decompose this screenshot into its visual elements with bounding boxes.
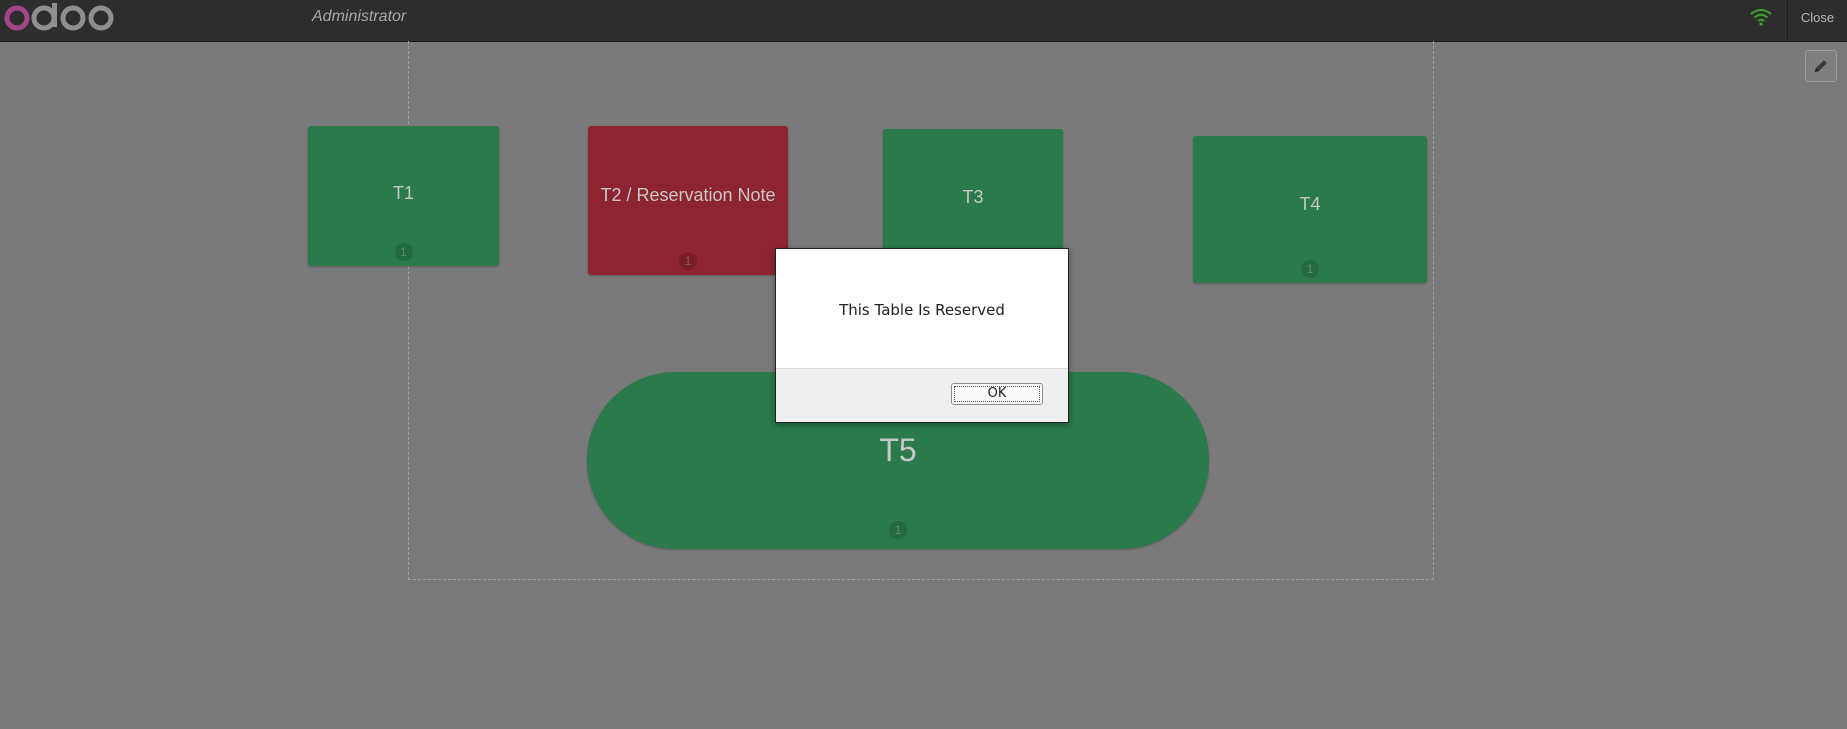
user-name: Administrator bbox=[312, 8, 407, 25]
table-t2[interactable]: T2 / Reservation Note 1 bbox=[588, 126, 788, 275]
seat-count-badge: 1 bbox=[679, 252, 697, 270]
close-button[interactable]: Close bbox=[1788, 0, 1847, 41]
table-t4[interactable]: T4 1 bbox=[1193, 136, 1427, 283]
table-name: T2 / Reservation Note bbox=[600, 185, 776, 205]
dialog-message: This Table Is Reserved bbox=[839, 301, 1005, 319]
top-bar: Administrator Close bbox=[0, 0, 1847, 42]
seat-count-badge: 1 bbox=[1301, 260, 1319, 278]
table-name: T4 bbox=[1299, 194, 1321, 214]
reserved-dialog: This Table Is Reserved OK bbox=[775, 248, 1069, 423]
seat-count-badge: 1 bbox=[394, 243, 413, 261]
wifi-icon bbox=[1750, 8, 1772, 26]
odoo-logo bbox=[4, 3, 114, 31]
table-name: T3 bbox=[962, 187, 984, 207]
pencil-icon bbox=[1815, 60, 1827, 72]
dialog-footer: OK bbox=[776, 368, 1068, 422]
table-name: T5 bbox=[879, 432, 917, 468]
table-name: T1 bbox=[392, 183, 414, 203]
ok-button[interactable]: OK bbox=[951, 383, 1043, 405]
table-t1[interactable]: T1 1 bbox=[308, 126, 499, 266]
dialog-body: This Table Is Reserved bbox=[776, 249, 1068, 368]
edit-floor-button[interactable] bbox=[1805, 50, 1837, 82]
seat-count-badge: 1 bbox=[889, 521, 907, 539]
